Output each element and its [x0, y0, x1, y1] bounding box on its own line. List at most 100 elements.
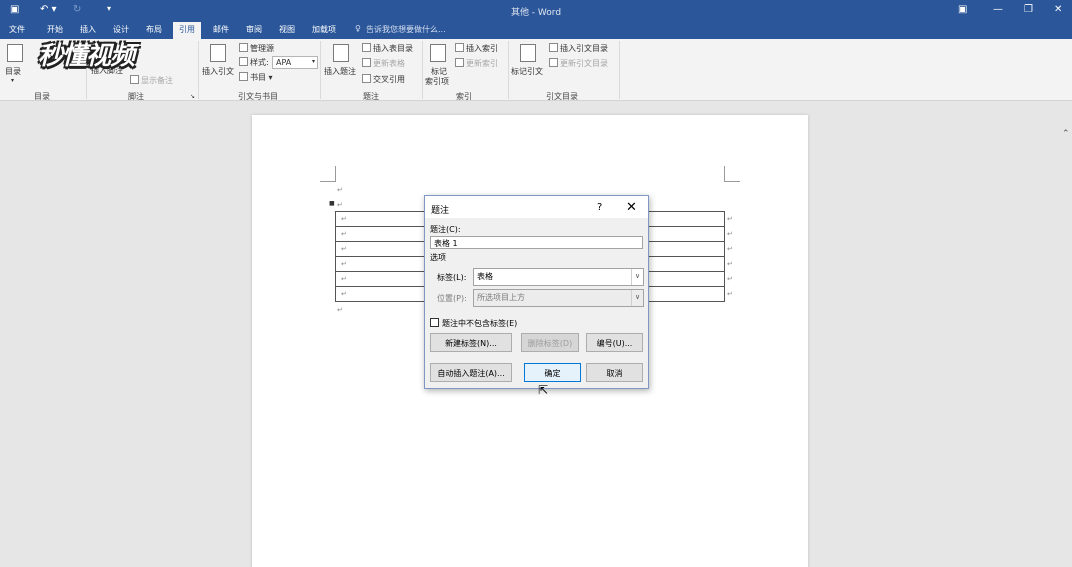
lightbulb-icon: ♀ [355, 24, 361, 33]
tab-design[interactable]: 设计 [113, 24, 129, 35]
insert-toa-label: 插入引文目录 [560, 44, 608, 53]
tell-me-search[interactable]: 告诉我您想要做什么... [366, 24, 446, 35]
table-of-figures-icon [362, 43, 371, 52]
tab-home[interactable]: 开始 [47, 24, 63, 35]
ribbon: 目录 ▾ 目录 插入脚注 显示备注 脚注 ↘ 插入引文 管理源 样式: APA ▾… [0, 39, 1072, 139]
update-table-label: 更新表格 [373, 59, 405, 68]
manage-sources-button[interactable]: 管理源 [239, 43, 274, 54]
tab-insert[interactable]: 插入 [80, 24, 96, 35]
position-select[interactable]: 所选项目上方 ∨ [473, 289, 644, 307]
watermark-logo: 秒懂视频 [38, 41, 135, 70]
toc-button[interactable]: 目录 [5, 66, 21, 77]
group-label-index: 索引 [456, 92, 472, 101]
insert-citation-button[interactable]: 插入引文 [202, 66, 234, 77]
bibliography-button[interactable]: 书目 ▾ [239, 72, 273, 83]
autocaption-button[interactable]: 自动插入题注(A)... [430, 363, 512, 382]
toc-icon[interactable] [7, 44, 23, 62]
divider [422, 41, 423, 99]
dialog-title: 题注 [431, 206, 450, 216]
table-move-handle-icon[interactable]: ■ [329, 200, 335, 207]
insert-caption-button[interactable]: 插入题注 [324, 66, 356, 77]
window-title: 其他 - Word [510, 8, 562, 18]
position-select-value: 所选项目上方 [477, 293, 525, 302]
caption-input-value: 表格 1 [434, 239, 458, 248]
ok-button[interactable]: 确定 [524, 363, 581, 382]
update-index-icon [455, 58, 464, 67]
tab-addins[interactable]: 加载项 [312, 24, 336, 35]
divider [198, 41, 199, 99]
restore-icon[interactable]: ❐ [1024, 4, 1033, 15]
exclude-label-checkbox[interactable] [430, 318, 439, 327]
insert-toa-icon [549, 43, 558, 52]
mark-citation-icon[interactable] [520, 44, 536, 62]
tab-file[interactable]: 文件 [9, 24, 25, 35]
mark-entry-icon[interactable] [430, 44, 446, 62]
insert-table-of-figures-label: 插入表目录 [373, 44, 413, 53]
show-notes-button[interactable]: 显示备注 [130, 75, 173, 86]
insert-toa-button[interactable]: 插入引文目录 [549, 43, 608, 54]
update-toa-button[interactable]: 更新引文目录 [549, 58, 608, 69]
style-dropdown[interactable]: APA ▾ [272, 56, 318, 69]
close-window-icon[interactable]: ✕ [1054, 4, 1062, 15]
bibliography-icon [239, 72, 248, 81]
cell-mark-icon: ↵ [341, 290, 347, 298]
update-toa-label: 更新引文目录 [560, 59, 608, 68]
update-index-button[interactable]: 更新索引 [455, 58, 498, 69]
dialog-title-bar [425, 196, 648, 218]
tab-references[interactable]: 引用 [173, 22, 201, 39]
cross-reference-button[interactable]: 交叉引用 [362, 74, 405, 85]
collapse-ribbon-icon[interactable]: ⌃ [1062, 129, 1070, 139]
minimize-icon[interactable]: — [993, 4, 1003, 15]
row-mark-icon: ↵ [727, 260, 733, 268]
paragraph-mark-icon: ↵ [337, 186, 343, 194]
insert-index-label: 插入索引 [466, 44, 498, 53]
title-bar: ▣ ↶ ▾ ↻ ▾ 其他 - Word ▣ — ❐ ✕ [0, 0, 1072, 21]
tab-layout[interactable]: 布局 [146, 24, 162, 35]
tab-mailings[interactable]: 邮件 [213, 24, 229, 35]
style-label: 样式: [239, 57, 269, 68]
margin-corner [320, 166, 336, 182]
dialog-launcher-icon[interactable]: ↘ [190, 93, 195, 100]
cell-mark-icon: ↵ [341, 245, 347, 253]
help-icon[interactable]: ? [597, 202, 602, 213]
update-table-button[interactable]: 更新表格 [362, 58, 405, 69]
group-label-toc: 目录 [34, 92, 50, 101]
mouse-cursor-icon: ⇱ [538, 383, 549, 397]
show-notes-label: 显示备注 [141, 76, 173, 85]
options-label: 选项 [430, 253, 446, 262]
group-label-citations: 引文与书目 [238, 92, 278, 101]
row-mark-icon: ↵ [727, 245, 733, 253]
divider [508, 41, 509, 99]
insert-table-of-figures-button[interactable]: 插入表目录 [362, 43, 413, 54]
insert-index-button[interactable]: 插入索引 [455, 43, 498, 54]
caption-label: 题注(C): [430, 225, 461, 234]
tab-review[interactable]: 审阅 [246, 24, 262, 35]
style-value: APA [276, 58, 292, 67]
chevron-down-icon: ∨ [631, 269, 643, 285]
mark-entry-button-line2[interactable]: 索引项 [425, 76, 449, 87]
insert-caption-icon[interactable] [333, 44, 349, 62]
cell-mark-icon: ↵ [341, 230, 347, 238]
update-table-icon [362, 58, 371, 67]
numbering-button[interactable]: 编号(U)... [586, 333, 643, 352]
exclude-label-text: 题注中不包含标签(E) [442, 319, 518, 328]
new-label-button[interactable]: 新建标签(N)... [430, 333, 512, 352]
mark-citation-button[interactable]: 标记引文 [511, 66, 543, 77]
update-index-label: 更新索引 [466, 59, 498, 68]
caption-input[interactable]: 表格 1 [430, 236, 643, 249]
ribbon-display-icon[interactable]: ▣ [958, 4, 967, 15]
insert-citation-icon[interactable] [210, 44, 226, 62]
paragraph-mark-icon: ↵ [337, 201, 343, 209]
chevron-down-icon: ▾ [11, 77, 15, 84]
delete-label-button[interactable]: 删除标签(D) [521, 333, 579, 352]
insert-index-icon [455, 43, 464, 52]
label-select[interactable]: 表格 ∨ [473, 268, 644, 286]
group-label-footnote: 脚注 [128, 92, 144, 101]
caption-dialog: 题注 ? ✕ 题注(C): 表格 1 选项 标签(L): 表格 ∨ 位置(P): … [424, 195, 649, 389]
cancel-button[interactable]: 取消 [586, 363, 643, 382]
tab-view[interactable]: 视图 [279, 24, 295, 35]
update-toa-icon [549, 58, 558, 67]
position-label: 位置(P): [437, 294, 467, 303]
manage-sources-label: 管理源 [250, 44, 274, 53]
close-icon[interactable]: ✕ [626, 200, 637, 215]
